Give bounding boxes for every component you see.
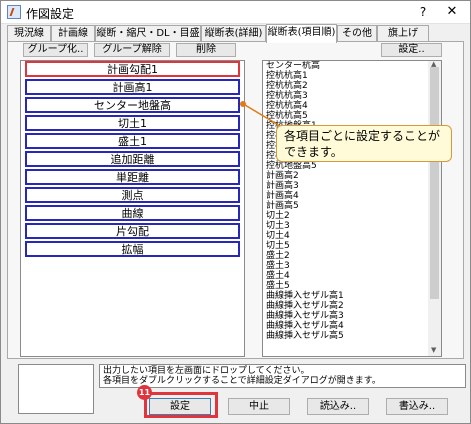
list-item[interactable]: 曲線挿入セザル高3 <box>266 312 344 321</box>
list-item[interactable]: 控杭地盤高5 <box>266 162 317 171</box>
layout-item[interactable]: 計画勾配1 <box>25 61 240 77</box>
tab-existing-line[interactable]: 現況線 <box>7 25 51 42</box>
layout-item[interactable]: 切土1 <box>25 115 240 131</box>
ungroup-button[interactable]: グループ解除 <box>94 43 170 57</box>
list-item[interactable]: 控杭杭高3 <box>266 92 308 101</box>
drawing-settings-dialog: 作図設定 ? ✕ 現況線 計画線 縦断・縮尺・DL・目盛 縦断表(詳細) 縦断表… <box>0 0 471 424</box>
scroll-down-icon[interactable]: ▼ <box>431 347 436 354</box>
available-item-list[interactable]: センター杭高 控杭杭高1 控杭杭高2 控杭杭高3 控杭杭高4 控杭杭高5 控杭地… <box>262 60 442 357</box>
layout-item[interactable]: 拡幅 <box>25 241 240 257</box>
list-item[interactable]: 計画高4 <box>266 192 299 201</box>
list-item[interactable]: 控杭杭高1 <box>266 72 308 81</box>
tab-plan-line[interactable]: 計画線 <box>51 25 95 42</box>
layout-item-panel: 計画勾配1 計画高1 センター地盤高 切土1 盛土1 追加距離 単距離 測点 曲… <box>20 60 245 357</box>
layout-item[interactable]: 測点 <box>25 187 240 203</box>
list-item[interactable]: 盛土3 <box>266 262 290 271</box>
layout-item[interactable]: 単距離 <box>25 169 240 185</box>
list-item[interactable]: 計画高2 <box>266 172 299 181</box>
settings-button[interactable]: 設定 <box>149 398 211 415</box>
preview-box <box>18 364 94 414</box>
layout-item[interactable]: 盛土1 <box>25 133 240 149</box>
list-item[interactable]: 計画高3 <box>266 182 299 191</box>
list-item[interactable]: 曲線挿入セザル高2 <box>266 302 344 311</box>
list-item[interactable]: 盛土2 <box>266 252 290 261</box>
list-item[interactable]: 曲線挿入セザル高1 <box>266 292 344 301</box>
list-item[interactable]: 切土2 <box>266 212 290 221</box>
message-box: 出力したい項目を左画面にドロップしてください。 各項目をダブルクリックすることで… <box>99 364 466 388</box>
layout-item[interactable]: 追加距離 <box>25 151 240 167</box>
callout-tooltip: 各項目ごとに設定することができます。 <box>276 125 452 162</box>
tab-profile-item-order[interactable]: 縦断表(項目順) <box>266 24 337 43</box>
list-item[interactable]: 切土4 <box>266 232 290 241</box>
tab-flag[interactable]: 旗上げ <box>377 25 429 42</box>
list-scrollbar[interactable]: ▲ ▼ <box>428 61 441 356</box>
tab-profile-detail[interactable]: 縦断表(詳細) <box>201 25 266 42</box>
list-item[interactable]: 計画高5 <box>266 202 299 211</box>
help-button[interactable]: ? <box>413 3 433 21</box>
layout-item[interactable]: 片勾配 <box>25 223 240 239</box>
message-line-1: 出力したい項目を左画面にドロップしてください。 <box>103 366 310 376</box>
close-button[interactable]: ✕ <box>441 3 463 21</box>
load-button[interactable]: 読込み.. <box>307 398 369 415</box>
layout-item[interactable]: センター地盤高 <box>25 97 240 113</box>
layout-item[interactable]: 曲線 <box>25 205 240 221</box>
scrollbar-thumb[interactable] <box>430 67 439 299</box>
window-title: 作図設定 <box>26 7 75 21</box>
title-bar: 作図設定 ? ✕ <box>1 1 470 24</box>
list-item[interactable]: 控杭杭高2 <box>266 82 308 91</box>
list-item[interactable]: 曲線挿入セザル高5 <box>266 332 344 341</box>
settings-dots-button[interactable]: 設定.. <box>381 43 442 57</box>
layout-item[interactable]: 計画高1 <box>25 79 240 95</box>
drawing-settings-icon <box>7 5 21 19</box>
list-item[interactable]: 切土5 <box>266 242 290 251</box>
list-item[interactable]: 曲線挿入セザル高4 <box>266 322 344 331</box>
list-item[interactable]: センター杭高 <box>266 62 320 71</box>
callout-anchor-dot <box>240 101 246 107</box>
tab-profile-scale[interactable]: 縦断・縮尺・DL・目盛 <box>95 25 201 42</box>
list-item[interactable]: 切土3 <box>266 222 290 231</box>
tab-other[interactable]: その他 <box>337 25 377 42</box>
delete-button[interactable]: 削除 <box>176 43 236 57</box>
group-button[interactable]: グループ化.. <box>23 43 88 57</box>
list-item[interactable]: 盛土5 <box>266 282 290 291</box>
cancel-button[interactable]: 中止 <box>228 398 290 415</box>
save-button[interactable]: 書込み.. <box>386 398 448 415</box>
list-item[interactable]: 盛土4 <box>266 272 290 281</box>
step-number-badge: 11 <box>137 385 152 400</box>
